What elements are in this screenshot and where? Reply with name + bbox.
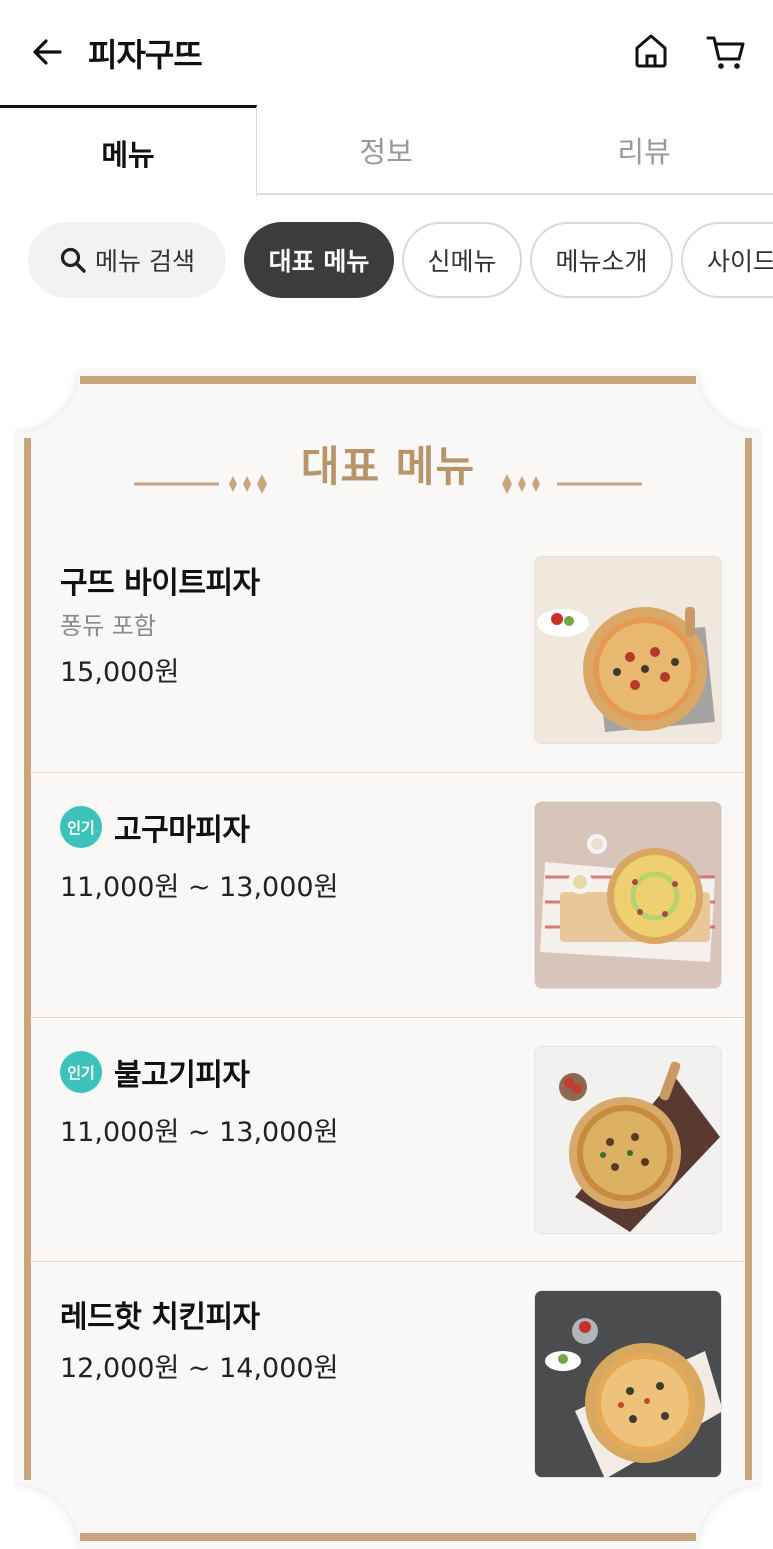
app-header: 피자구뜨 <box>0 0 773 105</box>
pizza-image <box>535 1291 721 1477</box>
item-name: 불고기피자 <box>114 1058 250 1093</box>
item-thumbnail <box>534 1046 722 1234</box>
chip-menu-intro[interactable]: 메뉴소개 <box>530 222 673 298</box>
item-price: 11,000원 ~ 13,000원 <box>60 872 339 903</box>
item-name-row: 인기 고구마피자 <box>60 805 250 849</box>
page-title: 피자구뜨 <box>88 36 203 74</box>
search-icon <box>60 247 86 273</box>
chip-new-menu[interactable]: 신메뉴 <box>402 222 522 298</box>
chip-representative-menu[interactable]: 대표 메뉴 <box>244 222 394 298</box>
item-thumbnail <box>534 801 722 989</box>
menu-item[interactable]: 인기 고구마피자 11,000원 ~ 13,000원 <box>30 773 744 1018</box>
popular-badge: 인기 <box>60 1051 102 1093</box>
menu-frame: 대표 메뉴 구뜨 바이트피자 퐁듀 포함 15,000원 인기 고구마피자 11… <box>14 368 762 1549</box>
item-name: 구뜨 바이트피자 <box>60 566 260 601</box>
item-thumbnail <box>534 1290 722 1478</box>
tab-menu[interactable]: 메뉴 <box>0 105 257 197</box>
menu-item[interactable]: 구뜨 바이트피자 퐁듀 포함 15,000원 <box>30 528 744 773</box>
menu-item[interactable]: 인기 불고기피자 11,000원 ~ 13,000원 <box>30 1018 744 1263</box>
item-thumbnail <box>534 556 722 744</box>
section-header: 대표 메뉴 <box>14 433 762 493</box>
tab-bar: 메뉴 정보 리뷰 <box>0 105 773 197</box>
chip-side[interactable]: 사이드 <box>681 222 773 298</box>
item-name-row: 구뜨 바이트피자 <box>60 558 260 602</box>
section-title: 대표 메뉴 <box>300 442 476 491</box>
category-chips: 메뉴 검색 대표 메뉴 신메뉴 메뉴소개 사이드 <box>0 222 773 302</box>
pizza-image <box>535 802 721 988</box>
item-description: 퐁듀 포함 <box>60 612 156 640</box>
pizza-image <box>535 557 721 743</box>
item-price: 12,000원 ~ 14,000원 <box>60 1353 339 1384</box>
tab-review[interactable]: 리뷰 <box>515 105 773 195</box>
pizza-image <box>535 1047 721 1233</box>
home-button[interactable] <box>628 28 674 74</box>
home-icon <box>635 34 667 68</box>
item-name: 레드핫 치킨피자 <box>60 1300 260 1335</box>
cart-button[interactable] <box>702 28 750 76</box>
menu-search-button[interactable]: 메뉴 검색 <box>28 222 226 298</box>
tab-info[interactable]: 정보 <box>257 105 515 195</box>
item-name: 고구마피자 <box>114 813 250 848</box>
back-button[interactable] <box>26 30 70 74</box>
item-name-row: 레드핫 치킨피자 <box>60 1292 260 1336</box>
popular-badge: 인기 <box>60 806 102 848</box>
item-price: 15,000원 <box>60 657 180 688</box>
menu-search-label: 메뉴 검색 <box>95 247 195 276</box>
arrow-left-icon <box>33 39 62 65</box>
item-price: 11,000원 ~ 13,000원 <box>60 1117 339 1148</box>
menu-item[interactable]: 레드핫 치킨피자 12,000원 ~ 14,000원 <box>30 1262 744 1507</box>
item-name-row: 인기 불고기피자 <box>60 1050 250 1094</box>
cart-icon <box>706 36 745 69</box>
